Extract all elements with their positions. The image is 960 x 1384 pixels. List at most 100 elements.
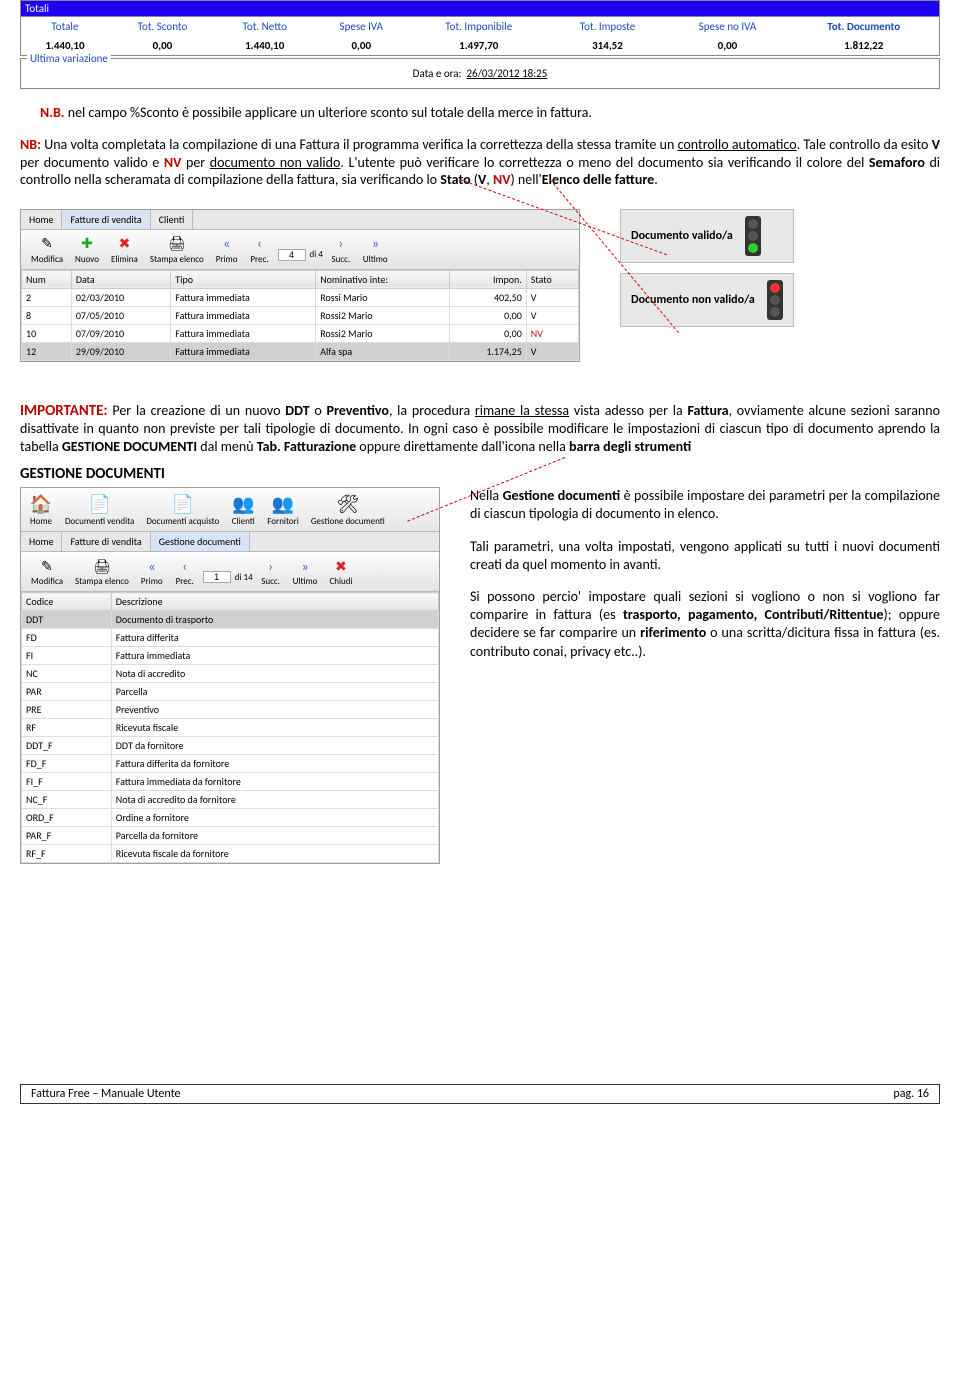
val-imposte: 314,52: [548, 36, 666, 55]
valido-label: Documento valido/a: [631, 229, 733, 243]
col-documento: Tot. Documento: [788, 17, 939, 36]
col-sconto: Tot. Sconto: [109, 17, 216, 36]
gestione-documenti-window: 🏠Home 📄Documenti vendita 📄Documenti acqu…: [20, 487, 440, 864]
table-row[interactable]: 807/05/2010Fattura immediataRossi2 Mario…: [22, 306, 579, 324]
fatture-window: Home Fatture di vendita Clienti ✎Modific…: [20, 209, 580, 362]
modifica-button[interactable]: ✎Modifica: [25, 232, 69, 267]
nuovo-button[interactable]: ✚Nuovo: [69, 232, 105, 267]
tab-home[interactable]: Home: [21, 210, 62, 229]
table-row[interactable]: PREPreventivo: [22, 701, 439, 719]
next-icon: ›: [331, 234, 351, 254]
docvendita-button[interactable]: 📄Documenti vendita: [59, 490, 140, 529]
elimina-button[interactable]: ✖Elimina: [105, 232, 144, 267]
prec-button[interactable]: ‹Prec.: [244, 232, 276, 267]
modifica-button[interactable]: ✎Modifica: [25, 554, 69, 589]
gd-description: Nella Gestione documenti è possibile imp…: [470, 487, 940, 675]
print-icon: 🖨: [167, 234, 187, 254]
close-icon: ✖: [331, 556, 351, 576]
tab-home2[interactable]: Home: [21, 532, 62, 551]
succ-button[interactable]: ›Succ.: [255, 554, 287, 589]
prev-icon: ‹: [250, 234, 270, 254]
main-paragraph: NB: Una volta completata la compilazione…: [20, 136, 940, 189]
fornitori-button[interactable]: 👥Fornitori: [261, 490, 305, 529]
people-icon: 👥: [231, 492, 255, 516]
dataora-value: 26/03/2012 18:25: [466, 67, 547, 80]
table-row[interactable]: FI_FFattura immediata da fornitore: [22, 773, 439, 791]
table-row[interactable]: RF_FRicevuta fiscale da fornitore: [22, 845, 439, 863]
tools-icon: 🛠: [336, 492, 360, 516]
of-label: di 4: [310, 249, 323, 260]
next-icon: ›: [261, 556, 281, 576]
table-row-selected[interactable]: DDTDocumento di trasporto: [22, 611, 439, 629]
table-row[interactable]: RFRicevuta fiscale: [22, 719, 439, 737]
of-label: di 14: [235, 572, 253, 583]
nb-line: N.B. nel campo %Sconto è possibile appli…: [40, 104, 920, 121]
totals-table: Totale Tot. Sconto Tot. Netto Spese IVA …: [21, 17, 939, 55]
table-row[interactable]: ORD_FOrdine a fornitore: [22, 809, 439, 827]
succ-button[interactable]: ›Succ.: [325, 232, 357, 267]
primo-button[interactable]: «Primo: [210, 232, 244, 267]
table-row[interactable]: 1007/09/2010Fattura immediataRossi2 Mari…: [22, 324, 579, 342]
gestdoc-button[interactable]: 🛠Gestione documenti: [305, 490, 391, 529]
dataora-label: Data e ora:: [413, 67, 462, 80]
page-input[interactable]: [203, 571, 231, 583]
nonvalido-panel: Documento non valido/a: [620, 273, 794, 327]
tab-fatture2[interactable]: Fatture di vendita: [62, 532, 150, 551]
col-imponibile: Tot. Imponibile: [409, 17, 548, 36]
table-row[interactable]: FD_FFattura differita da fornitore: [22, 755, 439, 773]
docacquisto-button[interactable]: 📄Documenti acquisto: [140, 490, 225, 529]
tab-gestdoc[interactable]: Gestione documenti: [151, 532, 250, 551]
pencil-icon: ✎: [37, 556, 57, 576]
footer-right: pag. 16: [893, 1087, 929, 1101]
primo-button[interactable]: «Primo: [135, 554, 169, 589]
tab-clienti[interactable]: Clienti: [151, 210, 194, 229]
page-footer: Fattura Free – Manuale Utente pag. 16: [20, 1084, 940, 1104]
col-spesenoiva: Spese no IVA: [667, 17, 789, 36]
fatture-grid: Num Data Tipo Nominativo inte: Impon. St…: [21, 270, 579, 361]
home-button[interactable]: 🏠Home: [23, 490, 59, 529]
page-input[interactable]: [278, 249, 306, 261]
col-netto: Tot. Netto: [216, 17, 313, 36]
first-icon: «: [142, 556, 162, 576]
val-documento: 1.812,22: [788, 36, 939, 55]
docs-icon: 📄: [171, 492, 195, 516]
table-row[interactable]: FIFattura immediata: [22, 647, 439, 665]
chiudi-button[interactable]: ✖Chiudi: [323, 554, 358, 589]
first-icon: «: [217, 234, 237, 254]
table-row[interactable]: NC_FNota di accredito da fornitore: [22, 791, 439, 809]
delete-icon: ✖: [114, 234, 134, 254]
ultima-label: Ultima variazione: [27, 52, 111, 65]
last-icon: »: [295, 556, 315, 576]
totals-panel: Totali Totale Tot. Sconto Tot. Netto Spe…: [20, 0, 940, 56]
traffic-light-icon: [745, 216, 761, 256]
tab-fatture[interactable]: Fatture di vendita: [62, 210, 150, 229]
table-row[interactable]: PAR_FParcella da fornitore: [22, 827, 439, 845]
table-row[interactable]: DDT_FDDT da fornitore: [22, 737, 439, 755]
table-row[interactable]: NCNota di accredito: [22, 665, 439, 683]
valido-panel: Documento valido/a: [620, 209, 794, 263]
prec-button[interactable]: ‹Prec.: [169, 554, 201, 589]
val-speseiva: 0,00: [313, 36, 409, 55]
pencil-icon: ✎: [37, 234, 57, 254]
ultimo-button[interactable]: »Ultimo: [357, 232, 394, 267]
traffic-light-icon: [767, 280, 783, 320]
stampa-button[interactable]: 🖨Stampa elenco: [69, 554, 135, 589]
val-netto: 1.440,10: [216, 36, 313, 55]
totals-title: Totali: [21, 1, 939, 17]
table-row[interactable]: FDFattura differita: [22, 629, 439, 647]
ultima-variazione-panel: Ultima variazione Data e ora: 26/03/2012…: [20, 58, 940, 89]
home-icon: 🏠: [29, 492, 53, 516]
ultimo-button[interactable]: »Ultimo: [287, 554, 324, 589]
clienti-button[interactable]: 👥Clienti: [225, 490, 261, 529]
importante-paragraph: IMPORTANTE: Per la creazione di un nuovo…: [20, 402, 940, 456]
print-icon: 🖨: [92, 556, 112, 576]
table-row[interactable]: PARParcella: [22, 683, 439, 701]
docs-grid: CodiceDescrizione DDTDocumento di traspo…: [21, 592, 439, 863]
prev-icon: ‹: [175, 556, 195, 576]
docs-icon: 📄: [88, 492, 112, 516]
val-sconto: 0,00: [109, 36, 216, 55]
val-imponibile: 1.497,70: [409, 36, 548, 55]
stampa-button[interactable]: 🖨Stampa elenco: [144, 232, 210, 267]
table-row-selected[interactable]: 1229/09/2010Fattura immediataAlfa spa1.1…: [22, 342, 579, 360]
table-row[interactable]: 202/03/2010Fattura immediataRossi Mario4…: [22, 288, 579, 306]
